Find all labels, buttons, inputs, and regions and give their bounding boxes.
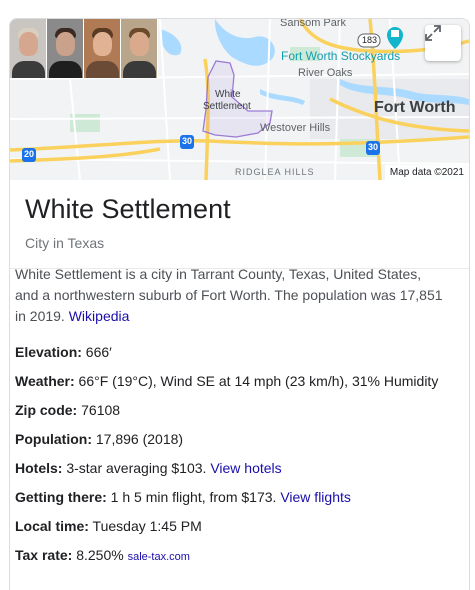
wikipedia-link[interactable]: Wikipedia bbox=[69, 308, 130, 324]
map-label-westover-hills: Westover Hills bbox=[260, 122, 331, 134]
sale-tax-link[interactable]: sale-tax.com bbox=[128, 551, 190, 563]
fact-label: Weather: bbox=[15, 373, 75, 389]
description: White Settlement is a city in Tarrant Co… bbox=[15, 264, 445, 327]
map-label-sansom-park: Sansom Park bbox=[280, 19, 347, 29]
fact-value: 3-star averaging $103. bbox=[66, 460, 207, 476]
map-label-white: White bbox=[215, 89, 241, 100]
fact-label: Hotels: bbox=[15, 460, 63, 476]
fact-label: Zip code: bbox=[15, 402, 78, 418]
photo-thumbnail[interactable] bbox=[84, 19, 121, 78]
map-label-settlement: Settlement bbox=[203, 101, 251, 112]
fact-value: 17,896 (2018) bbox=[95, 431, 184, 447]
map[interactable]: Sansom Park 183 Fort Worth Stockyards Ri… bbox=[10, 19, 469, 180]
photo-thumbnail[interactable] bbox=[47, 19, 84, 78]
photo-thumbnail[interactable] bbox=[10, 19, 47, 78]
view-flights-link[interactable]: View flights bbox=[280, 489, 351, 505]
interstate-30-label: 30 bbox=[368, 142, 379, 152]
map-label-fort-worth: Fort Worth bbox=[374, 99, 456, 116]
image-thumbnails[interactable] bbox=[10, 19, 158, 78]
view-hotels-link[interactable]: View hotels bbox=[210, 460, 281, 476]
facts-list: Elevation: 666′ Weather: 66°F (19°C), Wi… bbox=[15, 342, 455, 574]
fact-value: 1 h 5 min flight, from $173. bbox=[110, 489, 277, 505]
fact-weather: Weather: 66°F (19°C), Wind SE at 14 mph … bbox=[15, 371, 455, 400]
fact-label: Tax rate: bbox=[15, 547, 73, 563]
fact-tax-rate: Tax rate: 8.250% sale-tax.com bbox=[15, 545, 455, 574]
fact-population: Population: 17,896 (2018) bbox=[15, 429, 455, 458]
expand-map-button[interactable] bbox=[425, 25, 461, 61]
fact-label: Elevation: bbox=[15, 344, 82, 360]
expand-icon bbox=[425, 25, 441, 41]
map-label-ridglea-hills: RIDGLEA HILLS bbox=[235, 167, 315, 177]
fact-hotels: Hotels: 3-star averaging $103. View hote… bbox=[15, 458, 455, 487]
map-attribution: Map data ©2021 bbox=[384, 165, 469, 180]
fact-local-time: Local time: Tuesday 1:45 PM bbox=[15, 516, 455, 545]
fact-value: 66°F (19°C), Wind SE at 14 mph (23 km/h)… bbox=[78, 373, 439, 389]
map-label-stockyards[interactable]: Fort Worth Stockyards bbox=[281, 49, 400, 63]
place-type: City in Texas bbox=[25, 235, 105, 251]
fact-value: 8.250% bbox=[76, 547, 124, 563]
fact-value: 76108 bbox=[81, 402, 121, 418]
fact-label: Local time: bbox=[15, 518, 89, 534]
fact-label: Getting there: bbox=[15, 489, 107, 505]
title-block: White Settlement City in Texas bbox=[10, 180, 469, 269]
interstate-20-label: 20 bbox=[24, 149, 35, 159]
fact-elevation: Elevation: 666′ bbox=[15, 342, 455, 371]
page-title: White Settlement bbox=[25, 194, 231, 224]
route-183-label: 183 bbox=[362, 35, 378, 45]
fact-value: Tuesday 1:45 PM bbox=[92, 518, 202, 534]
fact-value: 666′ bbox=[85, 344, 112, 360]
interstate-30-label: 30 bbox=[182, 136, 193, 146]
fact-zip-code: Zip code: 76108 bbox=[15, 400, 455, 429]
photo-thumbnail[interactable] bbox=[121, 19, 158, 78]
fact-getting-there: Getting there: 1 h 5 min flight, from $1… bbox=[15, 487, 455, 516]
map-label-river-oaks: River Oaks bbox=[298, 67, 353, 79]
fact-label: Population: bbox=[15, 431, 92, 447]
